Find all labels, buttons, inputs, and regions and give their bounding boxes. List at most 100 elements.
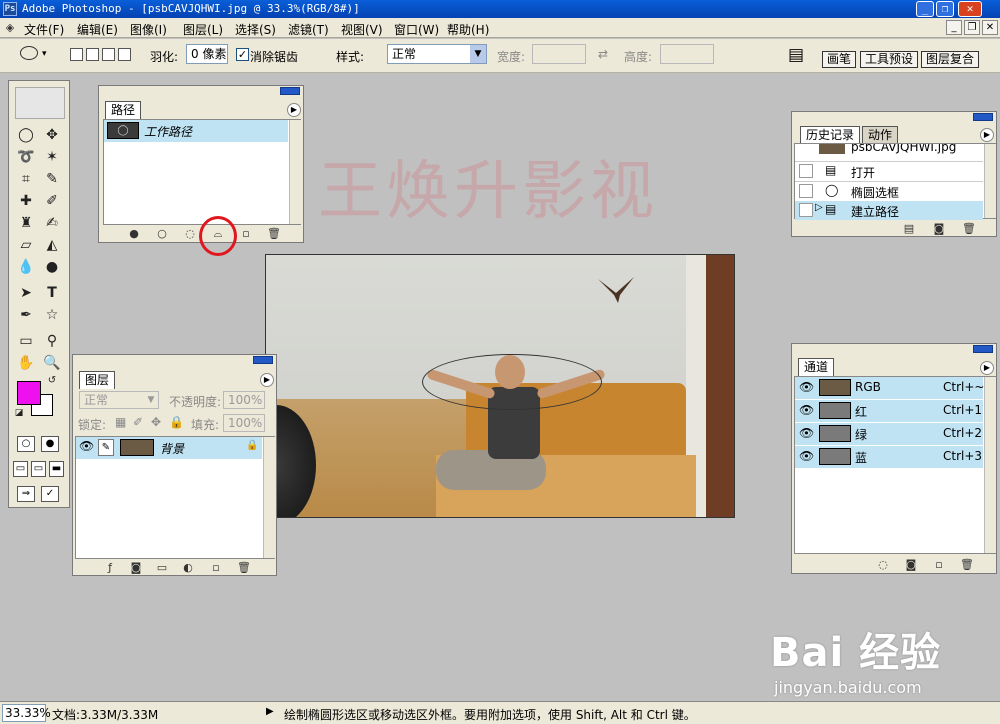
doc-restore-button[interactable]: ❐ xyxy=(964,20,980,35)
trash-icon[interactable]: 🗑 xyxy=(960,558,974,571)
menu-edit[interactable]: 编辑(E) xyxy=(77,21,118,38)
new-group-icon[interactable]: ▭ xyxy=(155,561,169,574)
trash-icon[interactable]: 🗑 xyxy=(237,561,251,574)
history-item[interactable]: ▤ 打开 xyxy=(795,161,983,180)
panel-minimize-button[interactable] xyxy=(973,113,993,121)
eraser-tool-icon[interactable]: ▱ xyxy=(15,235,37,255)
history-item[interactable]: ◯ 椭圆选框 xyxy=(795,181,983,200)
feather-logo[interactable] xyxy=(15,87,65,119)
doc-close-button[interactable]: ✕ xyxy=(982,20,998,35)
jump-to-imageready-icon[interactable]: ⇒ xyxy=(17,486,35,502)
blend-mode-select[interactable]: 正常 ▼ xyxy=(79,391,159,409)
eyedropper-icon[interactable]: ⚲ xyxy=(41,331,63,351)
chevron-down-icon[interactable]: ▼ xyxy=(470,45,486,63)
style-select[interactable]: 正常 ▼ xyxy=(387,44,487,64)
antialias-checkbox[interactable]: ✓ xyxy=(236,48,249,61)
paint-bucket-icon[interactable]: ◭ xyxy=(41,235,63,255)
default-colors-icon[interactable]: ◪ xyxy=(13,407,25,419)
selection-path-ellipse[interactable] xyxy=(422,354,602,410)
zoom-tool-icon[interactable]: 🔍 xyxy=(41,353,63,373)
swap-icon[interactable]: ⇄ xyxy=(598,47,608,61)
doc-size-info[interactable]: 文档:3.33M/3.33M xyxy=(52,706,158,723)
menu-image[interactable]: 图像(I) xyxy=(130,21,167,38)
standard-mode-icon[interactable]: ○ xyxy=(17,436,35,452)
menu-filter[interactable]: 滤镜(T) xyxy=(288,21,329,38)
clone-stamp-icon[interactable]: ♜ xyxy=(15,213,37,233)
scrollbar[interactable] xyxy=(984,144,996,218)
height-input[interactable] xyxy=(660,44,714,64)
feather-input[interactable]: 0 像素 xyxy=(186,44,228,64)
scrollbar[interactable] xyxy=(984,377,996,553)
quick-mask-icon[interactable]: ● xyxy=(41,436,59,452)
visibility-eye-icon[interactable]: 👁 xyxy=(799,449,814,463)
pen-tool-icon[interactable]: ✒ xyxy=(15,305,37,325)
notes-tool-icon[interactable]: ▭ xyxy=(15,331,37,351)
type-tool-icon[interactable]: T xyxy=(41,283,63,303)
panel-menu-icon[interactable]: ▶ xyxy=(980,361,994,375)
screen-mode-menu-icon[interactable]: ▭ xyxy=(31,461,46,477)
lock-pixels-icon[interactable]: ✐ xyxy=(133,415,143,429)
width-input[interactable] xyxy=(532,44,586,64)
panel-menu-icon[interactable]: ▶ xyxy=(260,373,274,387)
path-selection-icon[interactable]: ➤ xyxy=(15,283,37,303)
scrollbar[interactable] xyxy=(263,437,275,558)
channel-row[interactable]: 👁 蓝 Ctrl+3 xyxy=(795,446,983,468)
scrollbar[interactable] xyxy=(289,120,301,224)
move-tool-icon[interactable]: ✥ xyxy=(41,125,63,145)
history-source-checkbox[interactable] xyxy=(799,164,813,178)
new-selection-icon[interactable] xyxy=(70,48,83,61)
tab-channels[interactable]: 通道 xyxy=(798,358,835,376)
tab-actions[interactable]: 动作 xyxy=(862,126,899,144)
ellipse-marquee-tool-icon[interactable]: ◯ xyxy=(15,125,37,145)
panel-menu-icon[interactable]: ▶ xyxy=(980,128,994,142)
add-selection-icon[interactable] xyxy=(86,48,99,61)
trash-icon[interactable]: 🗑 xyxy=(267,227,281,240)
menu-file[interactable]: 文件(F) xyxy=(24,21,64,38)
list-item[interactable]: ◯ 工作路径 xyxy=(104,120,288,142)
history-item[interactable]: ▷ ▤ 建立路径 xyxy=(795,201,983,220)
lock-transparency-icon[interactable]: ▦ xyxy=(115,415,126,429)
subtract-selection-icon[interactable] xyxy=(102,48,115,61)
doc-minimize-button[interactable]: _ xyxy=(946,20,962,35)
layer-style-icon[interactable]: ƒ xyxy=(103,561,117,574)
edit-in-imageready-icon[interactable]: ✓ xyxy=(41,486,59,502)
panel-menu-icon[interactable]: ▶ xyxy=(287,103,301,117)
channel-row[interactable]: 👁 RGB Ctrl+~ xyxy=(795,377,984,399)
menu-help[interactable]: 帮助(H) xyxy=(447,21,489,38)
slice-tool-icon[interactable]: ✎ xyxy=(41,169,63,189)
custom-shape-icon[interactable]: ☆ xyxy=(41,305,63,325)
add-mask-icon[interactable]: ◙ xyxy=(129,561,143,574)
chevron-down-icon[interactable]: ▼ xyxy=(144,392,158,408)
new-layer-icon[interactable]: ▫ xyxy=(209,561,223,574)
fill-path-icon[interactable]: ● xyxy=(127,227,141,240)
ellipse-marquee-icon[interactable] xyxy=(20,46,38,60)
panel-minimize-button[interactable] xyxy=(253,356,273,364)
history-source-checkbox[interactable] xyxy=(799,203,813,217)
visibility-eye-icon[interactable]: 👁 xyxy=(799,426,814,440)
file-browser-icon[interactable]: ▤ xyxy=(788,45,804,65)
fill-input[interactable]: 100% xyxy=(223,414,265,432)
menu-select[interactable]: 选择(S) xyxy=(235,21,276,38)
close-button[interactable]: ✕ xyxy=(958,1,982,17)
minimize-button[interactable]: _ xyxy=(916,1,934,17)
trash-icon[interactable]: 🗑 xyxy=(962,222,976,235)
tab-paths[interactable]: 路径 xyxy=(105,101,142,119)
tab-history[interactable]: 历史记录 xyxy=(800,126,861,144)
adjustment-layer-icon[interactable]: ◐ xyxy=(181,561,195,574)
save-selection-channel-icon[interactable]: ◙ xyxy=(904,558,918,571)
visibility-eye-icon[interactable]: 👁 xyxy=(79,439,94,453)
new-path-icon[interactable]: ▫ xyxy=(239,227,253,240)
menu-layer[interactable]: 图层(L) xyxy=(183,21,223,38)
intersect-selection-icon[interactable] xyxy=(118,48,131,61)
image-canvas[interactable] xyxy=(265,254,735,518)
panel-minimize-button[interactable] xyxy=(280,87,300,95)
lock-position-icon[interactable]: ✥ xyxy=(151,415,161,429)
menu-view[interactable]: 视图(V) xyxy=(341,21,383,38)
document-icon[interactable]: ◈ xyxy=(3,21,17,35)
lasso-tool-icon[interactable]: ➰ xyxy=(15,147,37,167)
load-channel-selection-icon[interactable]: ◌ xyxy=(876,558,890,571)
tab-brushes[interactable]: 画笔 xyxy=(822,51,857,68)
tool-preset-dropdown-icon[interactable]: ▾ xyxy=(42,49,47,59)
channel-row[interactable]: 👁 红 Ctrl+1 xyxy=(795,400,983,422)
restore-button[interactable]: ❐ xyxy=(936,1,954,17)
